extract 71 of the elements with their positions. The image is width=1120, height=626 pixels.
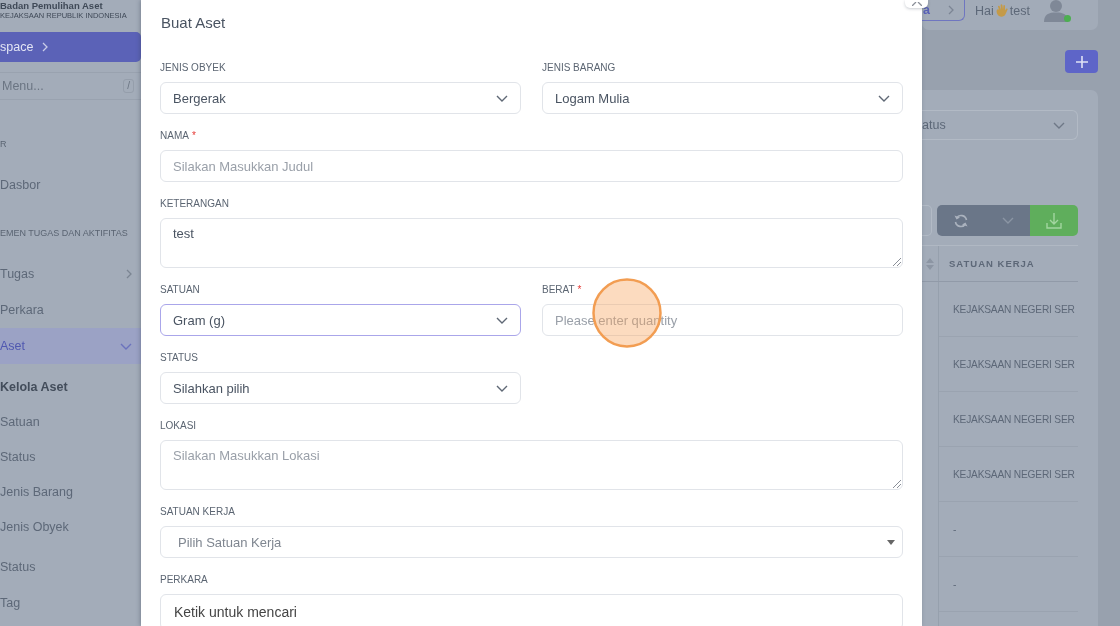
close-button[interactable] — [905, 0, 928, 8]
add-button[interactable] — [1065, 50, 1098, 73]
avatar-icon — [1043, 0, 1068, 22]
table-cell: KEJAKSAAN NEGERI SER — [953, 303, 1075, 315]
username: test — [1009, 3, 1030, 18]
download-button[interactable] — [1030, 205, 1078, 236]
table-cell: KEJAKSAAN NEGERI SER — [953, 413, 1075, 425]
resize-grip-icon — [893, 480, 901, 488]
sidebar-subitem[interactable]: Jenis Obyek — [0, 509, 141, 544]
field-label: PERKARA — [160, 574, 208, 586]
chevron-down-icon — [496, 384, 508, 392]
chevron-down-icon — [1053, 121, 1065, 129]
menu-search-field[interactable]: Menu... — [0, 77, 82, 95]
section-heading: EMEN TUGAS DAN AKTIFITAS — [0, 227, 129, 240]
sidebar-subitem[interactable]: Satuan — [0, 404, 141, 439]
chevron-down-icon — [1001, 217, 1014, 224]
close-icon — [911, 2, 922, 6]
table-cell: - — [953, 523, 957, 535]
brand-title: Badan Pemulihan Aset — [0, 0, 104, 11]
combo-box[interactable]: Pilih Satuan Kerja — [160, 526, 903, 558]
dropdown-field[interactable]: Silahkan pilih — [160, 372, 521, 404]
chevron-right-icon — [42, 42, 49, 52]
resize-grip-icon — [893, 258, 901, 266]
chevron-right-icon — [948, 5, 954, 15]
field-label: JENIS OBYEK — [160, 62, 226, 74]
table-cell: KEJAKSAAN NEGERI SER — [953, 358, 1075, 370]
status-select[interactable]: atus — [922, 110, 1078, 140]
workspace-button[interactable]: space — [0, 32, 141, 62]
required-mark: * — [191, 130, 196, 142]
field-label: NAMA — [160, 130, 189, 142]
download-icon — [1046, 212, 1062, 229]
required-mark: * — [577, 284, 582, 296]
modal-title: Buat Aset — [161, 14, 226, 31]
text-field[interactable]: Silakan Masukkan Judul — [160, 150, 903, 182]
table-cell: - — [953, 578, 957, 590]
dropdown-field[interactable]: Logam Mulia — [542, 82, 903, 114]
sidebar-item[interactable]: Aset — [0, 328, 141, 364]
search-field[interactable]: Ketik untuk mencari — [160, 594, 903, 626]
chevron-down-icon — [878, 94, 890, 102]
refresh-icon — [954, 213, 968, 228]
greeting-text: Hai — [975, 3, 994, 18]
refresh-button[interactable] — [937, 205, 985, 236]
dropdown-field[interactable]: Gram (g) — [160, 304, 521, 336]
table-cell: KEJAKSAAN NEGERI SER — [953, 468, 1075, 480]
field-label: LOKASI — [160, 420, 197, 432]
shortcut-key: / — [123, 79, 134, 93]
caret-icon — [887, 539, 895, 545]
sidebar-subitem[interactable]: Kelola Aset — [0, 369, 141, 404]
sidebar-item[interactable]: Perkara — [0, 292, 141, 328]
text-area-field[interactable]: Silakan Masukkan Lokasi — [160, 440, 903, 490]
dropdown-field[interactable]: Bergerak — [160, 82, 521, 114]
chevron-down-icon — [496, 94, 508, 102]
field-label: BERAT — [542, 284, 575, 296]
dropdown-button[interactable] — [985, 205, 1030, 236]
field-label: STATUS — [160, 352, 198, 364]
sidebar-item[interactable]: Status — [0, 549, 141, 585]
chevron-down-icon — [496, 316, 508, 324]
sidebar-item[interactable]: Dasbor — [0, 167, 141, 203]
column-header: SATUAN KERJA — [948, 257, 1035, 271]
plus-icon — [1075, 55, 1088, 68]
sidebar-subitem[interactable]: Jenis Barang — [0, 474, 141, 509]
waving-hand-icon — [995, 4, 1008, 17]
text-area-field[interactable]: test — [160, 218, 903, 268]
sidebar-subitem[interactable]: Status — [0, 439, 141, 474]
section-heading: R — [0, 138, 8, 151]
field-label: JENIS BARANG — [542, 62, 616, 74]
sidebar-item[interactable]: Tag — [0, 585, 141, 621]
field-label: SATUAN KERJA — [160, 506, 235, 518]
field-label: KETERANGAN — [160, 198, 229, 210]
sidebar-item[interactable]: Tugas — [0, 256, 141, 292]
field-label: SATUAN — [160, 284, 200, 296]
